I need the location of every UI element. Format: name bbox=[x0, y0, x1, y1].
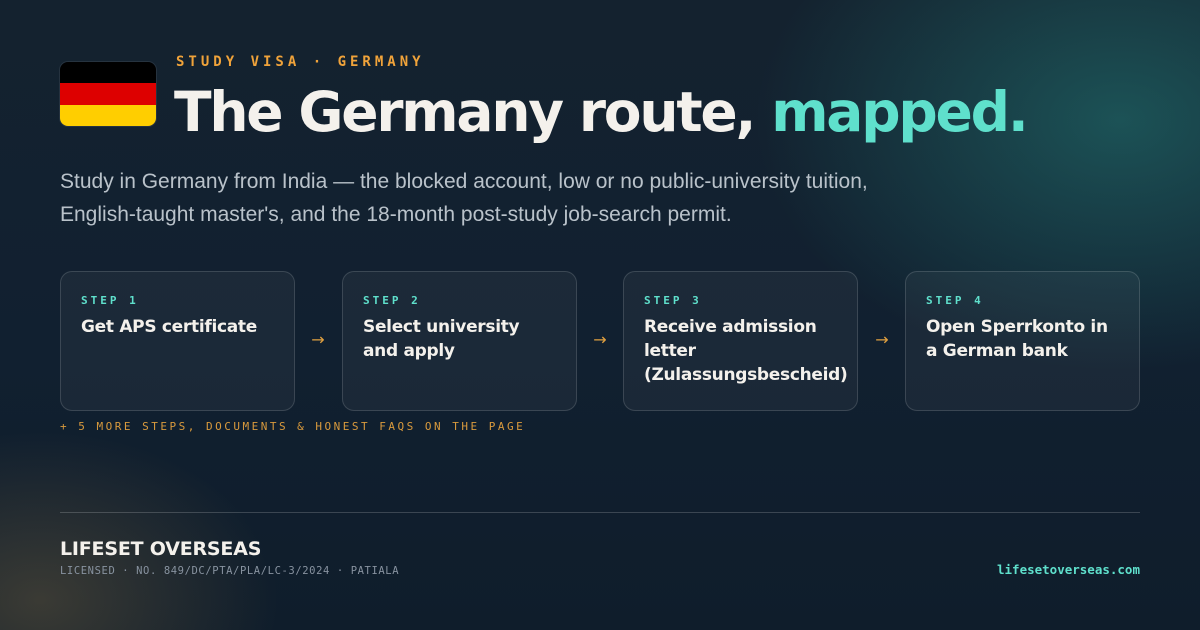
license-text: LICENSED · NO. 849/DC/PTA/PLA/LC-3/2024 … bbox=[60, 565, 400, 577]
step-title: Select university and apply bbox=[363, 317, 520, 361]
step-card-3: STEP 3 Receive admission letter (Zulassu… bbox=[623, 271, 858, 411]
step-card-1: STEP 1 Get APS certificate bbox=[60, 271, 295, 411]
arrow-right-icon: → bbox=[875, 330, 889, 349]
footer-divider bbox=[60, 512, 1140, 513]
step-card-2: STEP 2 Select university and apply bbox=[342, 271, 577, 411]
step-title: Get APS certificate bbox=[81, 317, 257, 337]
step-label: STEP 3 bbox=[644, 294, 702, 307]
website-link[interactable]: lifesetoverseas.com bbox=[997, 562, 1140, 577]
headline-accent: mapped. bbox=[771, 80, 1029, 144]
brand-name: LIFESET OVERSEAS bbox=[60, 538, 262, 560]
arrow-right-icon: → bbox=[593, 330, 607, 349]
step-card-4: STEP 4 Open Sperrkonto in a German bank bbox=[905, 271, 1140, 411]
step-title: Open Sperrkonto in a German bank bbox=[926, 317, 1108, 361]
step-label: STEP 1 bbox=[81, 294, 139, 307]
subtitle: Study in Germany from India — the blocke… bbox=[60, 170, 868, 226]
page-title: The Germany route, mapped. bbox=[174, 76, 1029, 148]
headline-main: The Germany route, bbox=[174, 80, 772, 144]
germany-flag-icon bbox=[60, 62, 156, 126]
step-label: STEP 4 bbox=[926, 294, 984, 307]
arrow-right-icon: → bbox=[311, 330, 325, 349]
eyebrow-label: STUDY VISA · GERMANY bbox=[176, 54, 425, 70]
more-steps-note: + 5 MORE STEPS, DOCUMENTS & HONEST FAQS … bbox=[60, 420, 526, 433]
step-title: Receive admission letter (Zulassungsbesc… bbox=[644, 317, 848, 385]
step-label: STEP 2 bbox=[363, 294, 421, 307]
